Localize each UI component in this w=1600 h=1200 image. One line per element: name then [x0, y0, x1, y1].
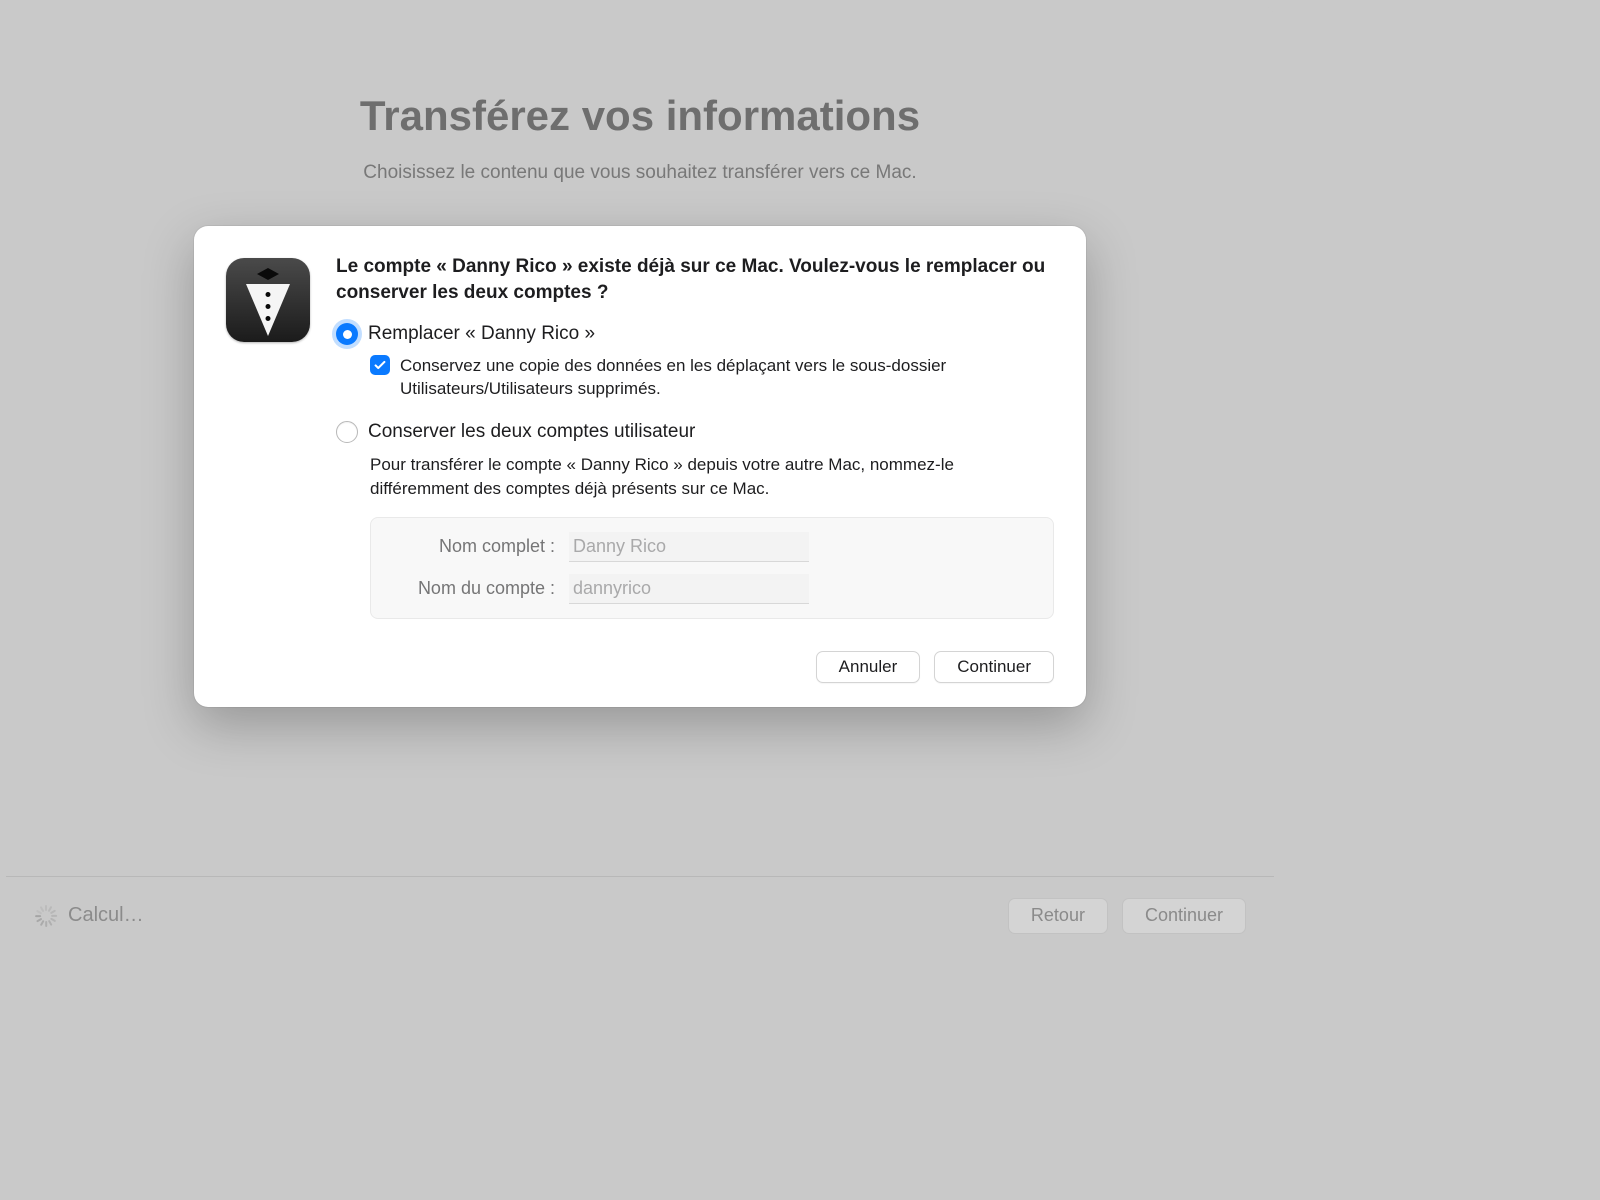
- checkbox-preserve-copy-label: Conservez une copie des données en les d…: [400, 355, 1054, 401]
- page-subtitle: Choisissez le contenu que vous souhaitez…: [6, 162, 1274, 184]
- radio-keep-both-label: Conserver les deux comptes utilisateur: [368, 421, 695, 443]
- account-name-label: Nom du compte :: [385, 578, 555, 599]
- full-name-label: Nom complet :: [385, 536, 555, 557]
- option-keep-row: Conserver les deux comptes utilisateur: [336, 421, 1054, 443]
- check-icon: [373, 358, 387, 372]
- cancel-button[interactable]: Annuler: [816, 651, 921, 683]
- footer-continue-button[interactable]: Continuer: [1122, 898, 1246, 934]
- radio-keep-both[interactable]: [336, 421, 358, 443]
- radio-replace-label: Remplacer « Danny Rico »: [368, 323, 595, 345]
- spinner-icon: [34, 905, 56, 927]
- radio-replace[interactable]: [336, 323, 358, 345]
- footer-status: Calcul…: [68, 904, 144, 927]
- account-conflict-dialog: Le compte « Danny Rico » existe déjà sur…: [194, 226, 1086, 707]
- footer-bar: Calcul… Retour Continuer: [6, 876, 1274, 954]
- rename-form: Nom complet : Nom du compte :: [370, 517, 1054, 619]
- checkbox-preserve-copy[interactable]: [370, 355, 390, 375]
- back-button[interactable]: Retour: [1008, 898, 1108, 934]
- setup-assistant-icon: [226, 258, 310, 342]
- option-replace-row: Remplacer « Danny Rico »: [336, 323, 1054, 345]
- preserve-copy-row: Conservez une copie des données en les d…: [370, 355, 1054, 401]
- full-name-field[interactable]: [569, 532, 809, 562]
- dialog-heading: Le compte « Danny Rico » existe déjà sur…: [336, 254, 1054, 305]
- page-title: Transférez vos informations: [6, 6, 1274, 140]
- account-name-field[interactable]: [569, 574, 809, 604]
- continue-button[interactable]: Continuer: [934, 651, 1054, 683]
- keep-both-helper: Pour transférer le compte « Danny Rico »…: [370, 453, 1054, 501]
